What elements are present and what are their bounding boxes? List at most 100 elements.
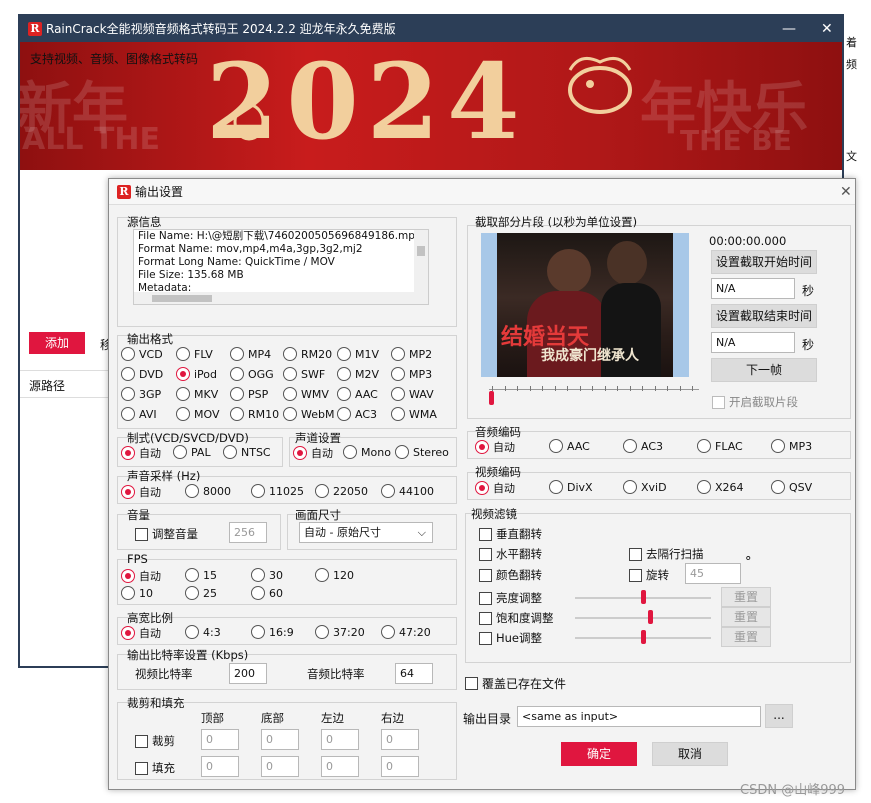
sample-rate-radio-3[interactable]: 22050 [315,484,368,498]
crop-value-input[interactable]: 0 [261,729,299,750]
format-radio-rm10[interactable]: RM10 [230,407,279,421]
format-radio-ogg[interactable]: OGG [230,367,274,381]
aspect-radio-1[interactable]: 4:3 [185,625,221,639]
video-bitrate-input[interactable]: 200 [229,663,267,684]
set-start-button[interactable]: 设置截取开始时间 [711,250,817,274]
end-time-input[interactable]: N/A [711,332,795,353]
aspect-radio-4[interactable]: 47:20 [381,625,431,639]
format-radio-wav[interactable]: WAV [391,387,434,401]
reset-hue-button[interactable]: 重置 [721,627,771,647]
screen-size-select[interactable]: 自动 - 原始尺寸 ⌵ [299,522,433,543]
fps-radio-2[interactable]: 30 [251,568,283,582]
aspect-radio-0[interactable]: 自动 [121,625,161,641]
audio-codec-radio-2[interactable]: AC3 [623,439,663,453]
format-radio-mov[interactable]: MOV [176,407,219,421]
format-radio-mkv[interactable]: MKV [176,387,218,401]
format-radio-ipod[interactable]: iPod [176,367,217,381]
format-radio-aac[interactable]: AAC [337,387,378,401]
fps-radio-6[interactable]: 60 [251,586,283,600]
cancel-button[interactable]: 取消 [652,742,728,766]
audio-bitrate-input[interactable]: 64 [395,663,433,684]
rotate-input[interactable]: 45 [685,563,741,584]
fps-radio-0[interactable]: 自动 [121,568,161,584]
horizontal-flip-checkbox[interactable]: 水平翻转 [479,546,542,562]
crop-value-input[interactable]: 0 [201,729,239,750]
video-codec-radio-2[interactable]: XviD [623,480,667,494]
enable-clip-checkbox[interactable]: 开启截取片段 [712,394,798,410]
reset-saturation-button[interactable]: 重置 [721,607,771,627]
brightness-checkbox[interactable]: 亮度调整 [479,590,542,606]
crop-value-input[interactable]: 0 [381,756,419,777]
format-radio-ac3[interactable]: AC3 [337,407,377,421]
audio-codec-radio-3[interactable]: FLAC [697,439,743,453]
deinterlace-checkbox[interactable]: 去隔行扫描 [629,546,704,562]
video-codec-radio-4[interactable]: QSV [771,480,812,494]
hue-slider-thumb[interactable] [641,630,646,644]
format-radio-flv[interactable]: FLV [176,347,213,361]
overwrite-checkbox[interactable]: 覆盖已存在文件 [465,675,566,692]
rotate-checkbox[interactable]: 旋转 [629,567,669,583]
format-radio-wma[interactable]: WMA [391,407,437,421]
aspect-radio-3[interactable]: 37:20 [315,625,365,639]
video-codec-radio-0[interactable]: 自动 [475,480,515,496]
hue-checkbox[interactable]: Hue调整 [479,630,542,646]
crop-row-checkbox-0[interactable]: 裁剪 [135,733,175,749]
standard-radio-1[interactable]: PAL [173,445,211,459]
fps-radio-5[interactable]: 25 [185,586,217,600]
crop-row-checkbox-1[interactable]: 填充 [135,760,175,776]
format-radio-rm20[interactable]: RM20 [283,347,332,361]
format-radio-psp[interactable]: PSP [230,387,268,401]
format-radio-avi[interactable]: AVI [121,407,157,421]
adjust-volume-checkbox[interactable]: 调整音量 [135,526,198,542]
sample-rate-radio-0[interactable]: 自动 [121,484,161,500]
aspect-radio-2[interactable]: 16:9 [251,625,294,639]
standard-radio-0[interactable]: 自动 [121,445,161,461]
channel-radio-1[interactable]: Mono [343,445,391,459]
crop-value-input[interactable]: 0 [381,729,419,750]
output-dir-input[interactable]: <same as input> [517,706,761,727]
color-flip-checkbox[interactable]: 颜色翻转 [479,567,542,583]
horizontal-scrollbar[interactable] [134,292,428,304]
audio-codec-radio-1[interactable]: AAC [549,439,590,453]
close-icon[interactable]: ✕ [821,16,833,42]
format-radio-mp4[interactable]: MP4 [230,347,271,361]
vertical-scrollbar[interactable] [414,230,428,296]
fps-radio-4[interactable]: 10 [121,586,153,600]
channel-radio-0[interactable]: 自动 [293,445,333,461]
fps-radio-3[interactable]: 120 [315,568,354,582]
sample-rate-radio-2[interactable]: 11025 [251,484,304,498]
sample-rate-radio-1[interactable]: 8000 [185,484,231,498]
saturation-checkbox[interactable]: 饱和度调整 [479,610,554,626]
browse-button[interactable]: ... [765,704,793,728]
crop-value-input[interactable]: 0 [261,756,299,777]
add-button[interactable]: 添加 [29,332,85,354]
dialog-close-icon[interactable]: ✕ [840,179,852,205]
ok-button[interactable]: 确定 [561,742,637,766]
video-codec-radio-1[interactable]: DivX [549,480,593,494]
crop-value-input[interactable]: 0 [201,756,239,777]
format-radio-mp3[interactable]: MP3 [391,367,432,381]
format-radio-vcd[interactable]: VCD [121,347,163,361]
audio-codec-radio-0[interactable]: 自动 [475,439,515,455]
source-info-textbox[interactable]: File Name: H:\@短剧下载\7460200505696849186.… [133,229,429,305]
saturation-slider[interactable] [575,617,711,619]
set-end-button[interactable]: 设置截取结束时间 [711,304,817,328]
scrollbar-thumb[interactable] [417,246,425,256]
format-radio-mp2[interactable]: MP2 [391,347,432,361]
format-radio-m1v[interactable]: M1V [337,347,379,361]
clip-slider-thumb[interactable] [489,391,494,405]
vertical-flip-checkbox[interactable]: 垂直翻转 [479,526,542,542]
sample-rate-radio-4[interactable]: 44100 [381,484,434,498]
start-time-input[interactable]: N/A [711,278,795,299]
volume-input[interactable]: 256 [229,522,267,543]
format-radio-swf[interactable]: SWF [283,367,325,381]
reset-brightness-button[interactable]: 重置 [721,587,771,607]
format-radio-webm[interactable]: WebM [283,407,334,421]
fps-radio-1[interactable]: 15 [185,568,217,582]
saturation-slider-thumb[interactable] [647,610,653,624]
crop-value-input[interactable]: 0 [321,729,359,750]
audio-codec-radio-4[interactable]: MP3 [771,439,812,453]
format-radio-dvd[interactable]: DVD [121,367,163,381]
standard-radio-2[interactable]: NTSC [223,445,271,459]
brightness-slider-thumb[interactable] [641,590,646,604]
